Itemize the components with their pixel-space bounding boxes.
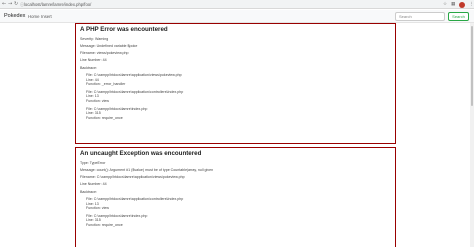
nav-link-insert[interactable]: Insert (41, 12, 52, 21)
profile-avatar[interactable] (459, 1, 466, 8)
exception-line: Line Number: 44 (80, 182, 107, 187)
frame-function: Function: require_once (86, 222, 123, 227)
nav-link-home[interactable]: Home (28, 12, 39, 21)
browser-address-bar: ← → ↻ ⓘ localhost/lamre/lamre/index.php/… (0, 0, 474, 9)
error-title: A PHP Error was encountered (80, 26, 168, 33)
error-message: Message: Undefined variable $poke (80, 43, 138, 48)
back-icon[interactable]: ← (2, 1, 6, 8)
brand-link[interactable]: Pokedex (4, 12, 25, 21)
frame-function: Function: _error_handler (86, 82, 126, 87)
php-error-box: A PHP Error was encountered Severity: Wa… (75, 23, 396, 144)
backtrace-label: Backtrace: (80, 189, 97, 194)
star-icon[interactable]: ☆ (443, 2, 447, 7)
search-button[interactable]: Search (448, 12, 469, 21)
frame-function: Function: view (86, 206, 109, 211)
search-input[interactable] (395, 12, 445, 21)
error-line: Line Number: 44 (80, 58, 107, 63)
forward-icon[interactable]: → (8, 1, 12, 8)
backtrace-label: Backtrace: (80, 65, 97, 70)
exception-box: An uncaught Exception was encountered Ty… (75, 147, 396, 247)
frame-function: Function: require_once (86, 115, 123, 120)
extensions-icon[interactable]: ▦ (451, 2, 455, 7)
error-filename: Filename: views/pokeview.php (80, 50, 129, 55)
menu-icon[interactable]: ⋮ (469, 2, 474, 7)
exception-title: An uncaught Exception was encountered (80, 150, 202, 157)
error-severity: Severity: Warning (80, 36, 109, 41)
scrollbar-thumb[interactable] (471, 26, 473, 106)
frame-function: Function: view (86, 98, 109, 103)
exception-type: Type: TypeError (80, 160, 106, 165)
exception-filename: Filename: C:\xampp\htdocs\lamre\applicat… (80, 174, 185, 179)
reload-icon[interactable]: ↻ (14, 1, 18, 8)
url-text[interactable]: localhost/lamre/lamre/index.php/foo/ (24, 1, 91, 8)
app-navbar: Pokedex Home Insert Search (0, 10, 474, 23)
exception-message: Message: count(): Argument #1 ($value) m… (80, 167, 214, 172)
